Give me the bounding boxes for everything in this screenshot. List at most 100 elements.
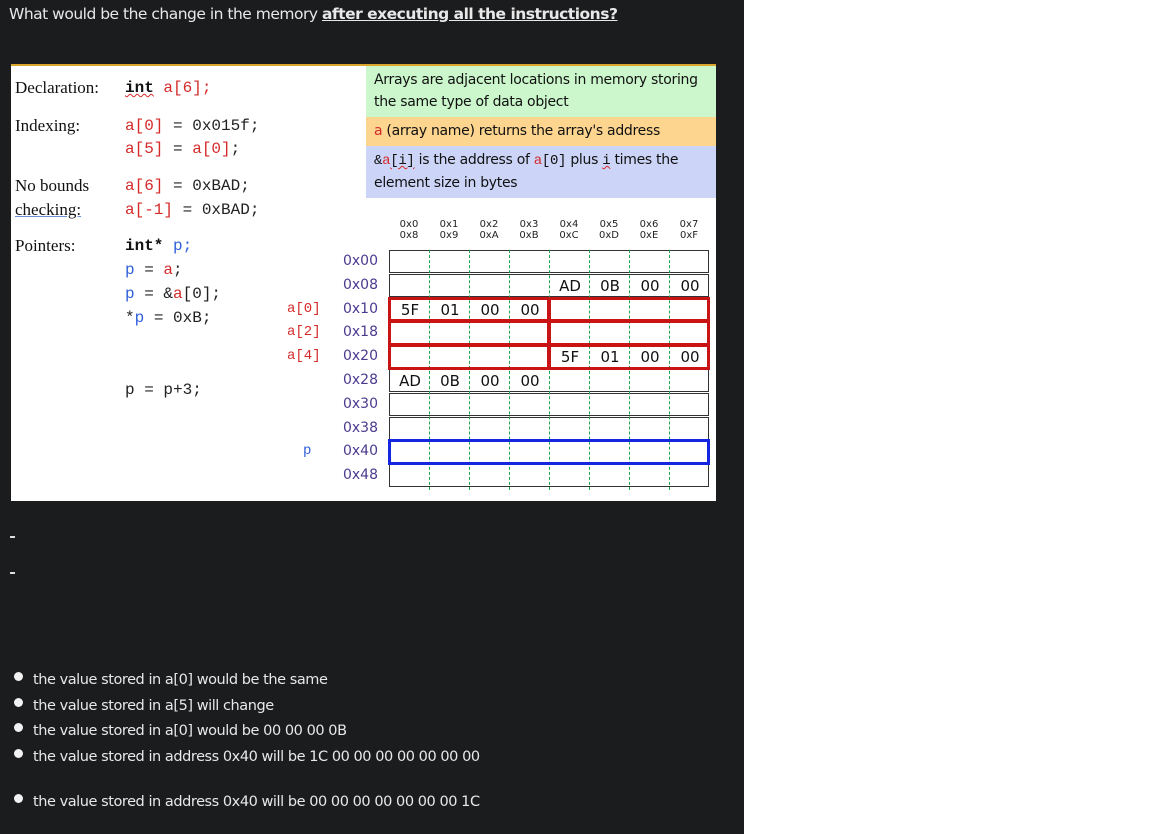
array-element-box <box>388 320 550 347</box>
no-bounds-code-line-1: a[6] = 0xBAD; <box>125 177 250 195</box>
memory-byte-cell <box>670 465 710 487</box>
memory-byte-cell <box>670 251 710 273</box>
memory-byte-cell <box>510 465 550 487</box>
memory-address-label: 0x18 <box>342 324 378 341</box>
array-element-label: a[0] <box>287 300 321 317</box>
pointer-arith-code: p = p+3; <box>125 381 202 399</box>
memory-address-label: 0x40 <box>342 443 378 460</box>
pointer-decl-code: int* p; <box>125 237 193 255</box>
memory-byte-cell <box>670 370 710 392</box>
offset-bottom: 0xC <box>559 230 579 241</box>
bullet-icon <box>14 697 23 707</box>
memory-address-label: 0x10 <box>342 300 378 317</box>
answer-option[interactable]: the value stored in a[0] would be the sa… <box>14 672 328 688</box>
memory-byte-cell: 00 <box>680 276 700 295</box>
memory-byte-cell <box>510 418 550 440</box>
memory-byte-cell: AD <box>559 276 581 295</box>
offset-top: 0x0 <box>399 219 419 230</box>
memory-byte-cell <box>470 275 510 297</box>
memory-byte-cell <box>590 465 630 487</box>
memory-byte-cell <box>430 251 470 273</box>
offset-bottom: 0xD <box>599 230 619 241</box>
declaration-label: Declaration: <box>15 78 100 97</box>
memory-byte-cell: 00 <box>640 276 660 295</box>
memory-byte-cell <box>550 394 590 416</box>
bullet-icon <box>14 672 23 681</box>
question-emphasis: after executing all the instructions? <box>321 5 618 23</box>
offset-bottom: 0xE <box>639 230 659 241</box>
memory-grid: AD 0B 00 00 5F 01 00 00 5F 01 00 00 AD 0B 00 00 <box>388 250 710 490</box>
column-offset-header: 0x5 0xD <box>589 219 629 241</box>
memory-byte-cell <box>430 394 470 416</box>
no-bounds-code-line-2: a[-1] = 0xBAD; <box>125 201 260 219</box>
pointer-target-box <box>388 439 710 466</box>
answer-option-text: the value stored in a[5] will change <box>33 697 274 714</box>
memory-address-label: 0x38 <box>342 419 378 436</box>
answer-option-text: the value stored in address 0x40 will be… <box>33 794 480 810</box>
memory-byte-cell: 0B <box>600 276 620 295</box>
memory-byte-cell <box>470 418 510 440</box>
memory-byte-cell <box>390 465 430 487</box>
answer-option[interactable]: the value stored in a[5] will change <box>14 697 274 714</box>
note-arrays-adjacent: Arrays are adjacent locations in memory … <box>366 66 716 117</box>
memory-byte-cell <box>470 394 510 416</box>
memory-byte-cell <box>590 418 630 440</box>
memory-byte-cell: 00 <box>480 372 500 390</box>
memory-byte-cell: 0B <box>440 372 460 390</box>
offset-top: 0x1 <box>439 219 459 230</box>
column-offset-header: 0x7 0xF <box>669 219 709 241</box>
memory-byte-cell <box>550 418 590 440</box>
memory-byte-cell <box>470 251 510 273</box>
answer-option[interactable]: the value stored in address 0x40 will be… <box>14 794 480 810</box>
offset-bottom: 0x9 <box>439 230 459 241</box>
memory-byte-cell <box>510 251 550 273</box>
declaration-code: int a[6]; <box>125 79 212 97</box>
answer-option[interactable]: the value stored in a[0] would be 00 00 … <box>14 723 347 739</box>
memory-address-label: 0x20 <box>342 348 378 365</box>
lecture-slide-image: Declaration: int a[6]; Indexing: a[0] = … <box>11 64 716 501</box>
array-element-label: a[4] <box>287 348 321 365</box>
memory-byte-cell <box>390 275 430 297</box>
memory-byte-cell: AD <box>399 372 421 390</box>
bullet-icon <box>14 723 23 732</box>
memory-byte-cell: 00 <box>520 372 540 390</box>
answer-option-text: the value stored in a[0] would be the sa… <box>33 672 328 688</box>
memory-address-label: 0x00 <box>342 253 378 269</box>
memory-byte-cell <box>430 275 470 297</box>
column-offset-header: 0x1 0x9 <box>429 219 469 241</box>
offset-top: 0x5 <box>599 219 619 230</box>
memory-byte-cell <box>550 370 590 392</box>
bullet-icon <box>14 794 23 803</box>
column-offset-header: 0x6 0xE <box>629 219 669 241</box>
memory-byte-cell <box>550 465 590 487</box>
note-array-name: a (array name) returns the array's addre… <box>366 117 716 146</box>
offset-bottom: 0x8 <box>399 230 419 241</box>
question-panel: What would be the change in the memory a… <box>0 0 744 834</box>
offset-top: 0x7 <box>679 219 699 230</box>
indexing-code-line-2: a[5] = a[0]; <box>125 140 241 158</box>
memory-byte-cell <box>590 394 630 416</box>
memory-byte-cell <box>630 394 670 416</box>
offset-bottom: 0xB <box>519 230 539 241</box>
array-element-box <box>388 344 550 370</box>
answer-option[interactable]: the value stored in address 0x40 will be… <box>14 748 480 765</box>
memory-byte-cell <box>470 465 510 487</box>
memory-byte-cell <box>390 394 430 416</box>
memory-address-label: 0x30 <box>342 395 378 412</box>
indexing-code-line-1: a[0] = 0x015f; <box>125 117 260 135</box>
memory-byte-cell <box>430 418 470 440</box>
memory-byte-cell <box>430 465 470 487</box>
pointer-p-label: p <box>303 443 312 460</box>
memory-address-label: 0x48 <box>342 467 378 484</box>
memory-byte-cell <box>510 275 550 297</box>
memory-byte-cell <box>630 370 670 392</box>
array-element-box <box>548 344 710 370</box>
memory-byte-cell <box>590 370 630 392</box>
memory-byte-cell <box>630 251 670 273</box>
column-offset-header: 0x0 0x8 <box>389 219 429 241</box>
question-prefix: What would be the change in the memory <box>9 5 322 23</box>
array-element-label: a[2] <box>287 324 321 341</box>
memory-address-label: 0x08 <box>342 276 378 293</box>
memory-byte-cell <box>590 251 630 273</box>
array-element-box <box>548 296 710 323</box>
